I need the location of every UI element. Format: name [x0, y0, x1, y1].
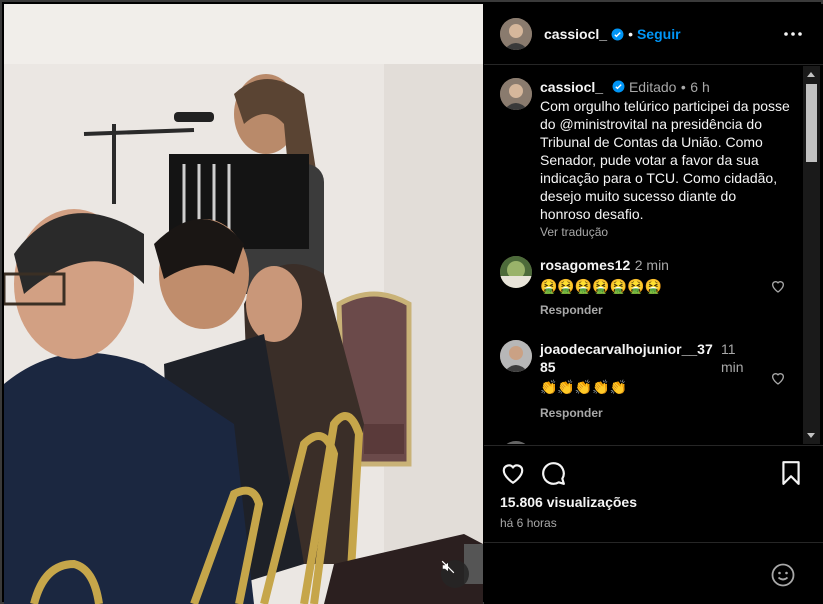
header-separator: • — [628, 26, 633, 42]
caption-time[interactable]: 6 h — [690, 79, 709, 95]
caption-body: cassiocl_ Editado • 6 h Com orgulho telú… — [540, 78, 790, 239]
scroll-down-arrow[interactable] — [807, 433, 815, 438]
post-video[interactable] — [4, 4, 483, 604]
comment-time[interactable]: 2 min — [635, 257, 669, 273]
post-dialog: cassiocl_ • Seguir cassiocl_ Editado • 6… — [0, 0, 823, 604]
more-options-button[interactable] — [783, 24, 803, 44]
views-count[interactable]: 15.806 visualizações — [500, 494, 637, 510]
comments-scrollbar[interactable] — [803, 66, 820, 444]
verified-badge-icon — [611, 28, 624, 40]
commenter-avatar[interactable] — [500, 441, 532, 444]
comment-icon[interactable] — [540, 460, 566, 486]
scroll-thumb[interactable] — [806, 84, 817, 162]
mute-button[interactable] — [441, 560, 469, 588]
reply-button[interactable]: Responder — [540, 406, 603, 420]
avatar-image — [500, 340, 532, 372]
see-translation-link[interactable]: Ver tradução — [540, 225, 790, 239]
more-icon — [784, 32, 802, 36]
caption-header-line: cassiocl_ Editado • 6 h — [540, 78, 790, 97]
post-side-panel: cassiocl_ • Seguir cassiocl_ Editado • 6… — [484, 4, 823, 604]
comment-username[interactable]: rosagomes12 — [540, 257, 630, 273]
avatar-image — [500, 18, 532, 50]
heart-icon[interactable] — [500, 460, 526, 486]
author-username[interactable]: cassiocl_ — [544, 26, 607, 42]
post-date[interactable]: há 6 horas — [500, 516, 557, 530]
verified-badge-icon — [612, 80, 624, 93]
caption-separator: • — [680, 79, 686, 95]
heart-icon[interactable] — [770, 370, 786, 386]
comment-time[interactable]: 11 min — [721, 340, 751, 376]
commenter-avatar[interactable] — [500, 340, 532, 372]
caption-avatar[interactable] — [500, 78, 532, 110]
comment-username[interactable]: joaodecarvalhojunior__3785 — [540, 340, 720, 376]
post-actions: 15.806 visualizações há 6 horas — [484, 445, 823, 587]
caption-username[interactable]: cassiocl_ — [540, 79, 603, 95]
comments-list[interactable]: cassiocl_ Editado • 6 h Com orgulho telú… — [484, 66, 804, 444]
edited-label: Editado — [628, 79, 677, 95]
heart-icon[interactable] — [770, 278, 786, 294]
author-avatar[interactable] — [500, 18, 532, 50]
add-comment-bar — [484, 542, 823, 604]
caption-text: Com orgulho telúrico participei da posse… — [540, 98, 790, 222]
follow-button[interactable]: Seguir — [637, 26, 681, 42]
comment-text: 👏👏👏👏👏 — [540, 379, 628, 395]
bookmark-icon[interactable] — [778, 460, 804, 486]
mute-icon — [441, 560, 455, 574]
scroll-up-arrow[interactable] — [807, 72, 815, 77]
comment-text: 🤮🤮🤮🤮🤮🤮🤮 — [540, 278, 663, 294]
video-frame — [4, 4, 483, 604]
avatar-image — [500, 256, 532, 288]
emoji-icon[interactable] — [771, 563, 795, 587]
comment-body: joaodecarvalhojunior__3785 👏👏👏👏👏 — [540, 340, 720, 396]
commenter-avatar[interactable] — [500, 256, 532, 288]
post-header: cassiocl_ • Seguir — [484, 4, 823, 65]
comment-header: rosagomes12 2 min — [540, 256, 770, 275]
reply-button[interactable]: Responder — [540, 303, 603, 317]
comment-body: rosagomes12 2 min 🤮🤮🤮🤮🤮🤮🤮 — [540, 256, 770, 295]
avatar-image — [500, 78, 532, 110]
